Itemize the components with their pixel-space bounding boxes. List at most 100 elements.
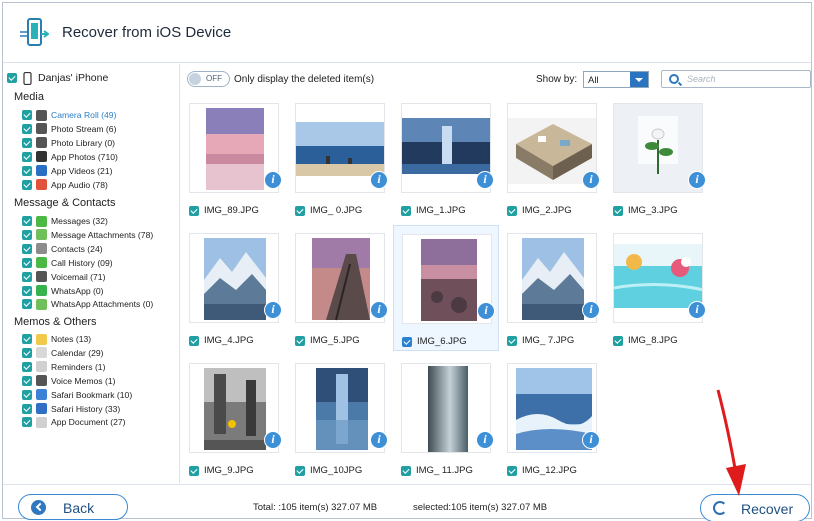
- sidebar-item[interactable]: Photo Stream (6): [22, 123, 116, 135]
- info-icon[interactable]: i: [370, 431, 388, 449]
- sidebar-item-checkbox[interactable]: [22, 243, 32, 254]
- sidebar-item-label: App Audio (78): [51, 179, 108, 190]
- sidebar-item-checkbox[interactable]: [22, 229, 32, 240]
- info-icon[interactable]: i: [688, 301, 706, 319]
- photo-filename: IMG_8.JPG: [628, 335, 678, 346]
- info-icon[interactable]: i: [370, 171, 388, 189]
- photo-tile[interactable]: i IMG_9.JPG: [181, 355, 287, 481]
- photo-checkbox[interactable]: [402, 336, 412, 347]
- photo-tile[interactable]: i IMG_89.JPG: [181, 95, 287, 221]
- sidebar-item-checkbox[interactable]: [22, 417, 32, 428]
- sidebar-item-label: Notes (13): [51, 334, 92, 344]
- info-icon[interactable]: i: [582, 301, 600, 319]
- photo-tile[interactable]: i IMG_3.JPG: [605, 95, 711, 221]
- photo-tile[interactable]: i IMG_1.JPG: [393, 95, 499, 221]
- sidebar-item-checkbox[interactable]: [22, 403, 32, 414]
- sidebar-item[interactable]: Reminders (1): [22, 361, 105, 373]
- deleted-only-label: Only display the deleted item(s): [234, 74, 375, 85]
- sidebar: Danjas' iPhone Media Camera Roll (49) Phot…: [3, 64, 180, 483]
- sidebar-item[interactable]: WhatsApp (0): [22, 285, 104, 297]
- info-icon[interactable]: i: [477, 302, 495, 320]
- photo-checkbox[interactable]: [295, 205, 305, 216]
- sidebar-item[interactable]: WhatsApp Attachments (0): [22, 298, 153, 310]
- info-icon[interactable]: i: [264, 301, 282, 319]
- sidebar-item[interactable]: Voice Memos (1): [22, 375, 115, 387]
- show-by-select[interactable]: All: [583, 71, 649, 88]
- sidebar-item-checkbox[interactable]: [22, 137, 32, 148]
- sidebar-item-checkbox[interactable]: [22, 334, 32, 344]
- sidebar-item-checkbox[interactable]: [22, 285, 32, 296]
- photo-checkbox[interactable]: [189, 465, 199, 476]
- photo-filename: IMG_ 7.JPG: [522, 335, 575, 346]
- sidebar-item[interactable]: Messages (32): [22, 215, 108, 227]
- info-icon[interactable]: i: [582, 171, 600, 189]
- deleted-only-toggle[interactable]: OFF: [187, 71, 230, 87]
- iphone-icon: [23, 71, 32, 85]
- photo-checkbox[interactable]: [295, 465, 305, 476]
- info-icon[interactable]: i: [370, 301, 388, 319]
- photo-checkbox[interactable]: [507, 335, 517, 346]
- sidebar-item-checkbox[interactable]: [22, 375, 32, 386]
- sidebar-item[interactable]: Camera Roll (49): [22, 109, 116, 121]
- sidebar-item-checkbox[interactable]: [22, 110, 32, 120]
- sidebar-item[interactable]: Notes (13): [22, 333, 91, 345]
- photo-checkbox[interactable]: [507, 465, 517, 476]
- chevron-down-icon[interactable]: [630, 72, 648, 87]
- sidebar-item[interactable]: Call History (09): [22, 257, 113, 269]
- info-icon[interactable]: i: [476, 431, 494, 449]
- photo-tile[interactable]: i IMG_ 0.JPG: [287, 95, 393, 221]
- sidebar-item[interactable]: Safari Bookmark (10): [22, 389, 132, 401]
- sidebar-item-checkbox[interactable]: [22, 151, 32, 162]
- sidebar-item[interactable]: Voicemail (71): [22, 271, 105, 283]
- sidebar-item-checkbox[interactable]: [22, 216, 32, 226]
- info-icon[interactable]: i: [264, 431, 282, 449]
- sidebar-item[interactable]: App Audio (78): [22, 179, 108, 191]
- back-button[interactable]: Back: [18, 494, 128, 520]
- info-icon[interactable]: i: [264, 171, 282, 189]
- sidebar-item[interactable]: Safari History (33): [22, 403, 120, 415]
- photo-checkbox[interactable]: [613, 205, 623, 216]
- photo-checkbox[interactable]: [401, 205, 411, 216]
- info-icon[interactable]: i: [476, 171, 494, 189]
- sidebar-item[interactable]: App Videos (21): [22, 165, 112, 177]
- device-checkbox[interactable]: [7, 73, 17, 83]
- sidebar-item-checkbox[interactable]: [22, 347, 32, 358]
- sidebar-item-checkbox[interactable]: [22, 361, 32, 372]
- sidebar-item-checkbox[interactable]: [22, 165, 32, 176]
- search-input[interactable]: [687, 73, 807, 85]
- sidebar-item-checkbox[interactable]: [22, 299, 32, 310]
- photo-checkbox[interactable]: [189, 205, 199, 216]
- calendar-icon: [36, 347, 47, 359]
- search-box[interactable]: [661, 70, 811, 88]
- sidebar-item-label: Safari History (33): [51, 403, 121, 414]
- sidebar-item-checkbox[interactable]: [22, 257, 32, 268]
- photo-tile[interactable]: i IMG_12.JPG: [499, 355, 605, 481]
- photo-tile[interactable]: i IMG_ 11.JPG: [393, 355, 499, 481]
- photo-checkbox[interactable]: [189, 335, 199, 346]
- sidebar-item-checkbox[interactable]: [22, 123, 32, 134]
- sidebar-item[interactable]: Photo Library (0): [22, 137, 115, 149]
- sidebar-item-checkbox[interactable]: [22, 271, 32, 282]
- photo-tile[interactable]: i IMG_2.JPG: [499, 95, 605, 221]
- photo-tile[interactable]: i IMG_10JPG: [287, 355, 393, 481]
- photo-checkbox[interactable]: [401, 465, 411, 476]
- sidebar-item[interactable]: Contacts (24): [22, 243, 103, 255]
- photo-tile[interactable]: i IMG_4.JPG: [181, 225, 287, 351]
- sidebar-item[interactable]: App Photos (710): [22, 151, 118, 163]
- photo-tile[interactable]: i IMG_6.JPG: [393, 225, 499, 351]
- sidebar-item[interactable]: Message Attachments (78): [22, 229, 153, 241]
- info-icon[interactable]: i: [582, 431, 600, 449]
- sidebar-item-checkbox[interactable]: [22, 179, 32, 190]
- sidebar-item-label: Messages (32): [51, 216, 108, 226]
- sidebar-item[interactable]: App Document (27): [22, 416, 126, 428]
- photo-tile[interactable]: i IMG_5.JPG: [287, 225, 393, 351]
- photo-checkbox[interactable]: [613, 335, 623, 346]
- photo-checkbox[interactable]: [295, 335, 305, 346]
- photo-checkbox[interactable]: [507, 205, 517, 216]
- sidebar-item[interactable]: Calendar (29): [22, 347, 104, 359]
- sidebar-item-checkbox[interactable]: [22, 389, 32, 400]
- info-icon[interactable]: i: [688, 171, 706, 189]
- photo-tile[interactable]: i IMG_ 7.JPG: [499, 225, 605, 351]
- photo-tile[interactable]: i IMG_8.JPG: [605, 225, 711, 351]
- device-row[interactable]: Danjas' iPhone: [7, 71, 108, 85]
